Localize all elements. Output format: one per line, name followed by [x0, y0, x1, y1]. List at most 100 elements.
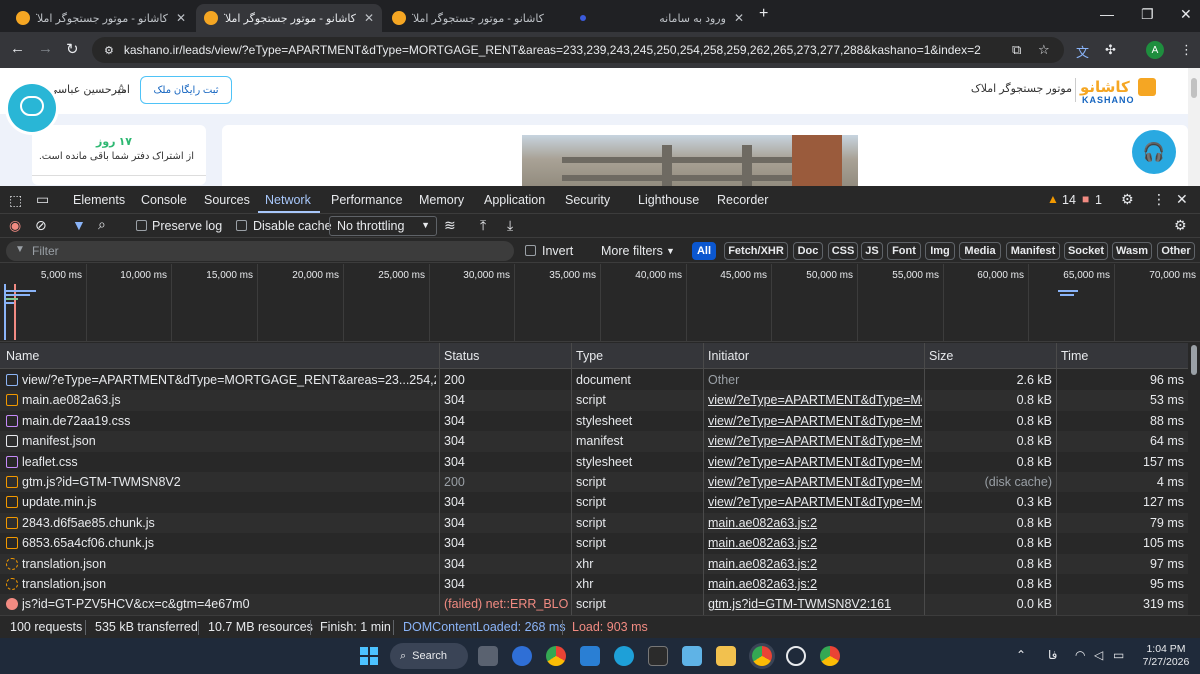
windows-start-icon[interactable] [360, 647, 378, 665]
translate-icon[interactable]: 文 [1076, 42, 1089, 61]
table-row[interactable]: 6853.65a4cf06.chunk.js 304 script main.ae08… [0, 533, 1188, 553]
wifi-icon[interactable]: ◠ [1075, 648, 1085, 662]
column-divider[interactable] [1056, 343, 1057, 615]
close-tab-icon[interactable]: ✕ [364, 11, 374, 25]
devtools-tab-network[interactable]: Network [265, 193, 311, 207]
type-filter-fetch-xhr[interactable]: Fetch/XHR [724, 242, 788, 260]
reload-icon[interactable]: ↻ [66, 40, 79, 58]
devtools-tab-application[interactable]: Application [484, 193, 545, 207]
close-tab-icon[interactable]: ✕ [176, 11, 186, 25]
search-icon[interactable]: ⌕ [98, 216, 106, 233]
request-name[interactable]: gtm.js?id=GTM-TWMSN8V2 [22, 475, 436, 489]
close-window-icon[interactable]: ✕ [1180, 6, 1192, 23]
remote-desktop-icon[interactable] [682, 646, 702, 666]
address-bar[interactable]: ⚙ kashano.ir/leads/view/?eType=APARTMENT… [92, 37, 1064, 63]
app-icon[interactable] [512, 646, 532, 666]
battery-icon[interactable]: ▭ [1113, 648, 1124, 662]
browser-tab-2[interactable]: کاشانو - موتور جستجوگر املاک ✕ [196, 4, 382, 32]
new-tab-button[interactable]: + [759, 5, 768, 23]
request-initiator[interactable]: view/?eType=APARTMENT&dType=MORT [708, 393, 922, 407]
type-filter-all[interactable]: All [692, 242, 716, 260]
column-divider[interactable] [439, 343, 440, 615]
minimize-icon[interactable]: — [1100, 6, 1114, 22]
browser-menu-icon[interactable]: ⋮ [1180, 42, 1193, 58]
username[interactable]: امیرحسین عباسی [40, 83, 130, 96]
request-name[interactable]: leaflet.css [22, 455, 436, 469]
throttling-select[interactable]: No throttling ▼ [329, 216, 437, 236]
listing-photo[interactable] [522, 135, 858, 186]
chrome-icon[interactable] [546, 646, 566, 666]
request-initiator[interactable]: main.ae082a63.js:2 [708, 516, 922, 530]
type-filter-img[interactable]: Img [925, 242, 955, 260]
restore-icon[interactable]: ❐ [1141, 6, 1154, 23]
request-name[interactable]: 6853.65a4cf06.chunk.js [22, 536, 436, 550]
disable-cache-checkbox[interactable] [236, 220, 247, 231]
network-settings-gear-icon[interactable]: ⚙ [1174, 217, 1187, 234]
request-name[interactable]: update.min.js [22, 495, 436, 509]
filter-funnel-icon[interactable]: ▼ [72, 217, 86, 233]
table-scrollbar[interactable] [1188, 343, 1200, 615]
table-row[interactable]: manifest.json 304 manifest view/?eType=APAR… [0, 431, 1188, 452]
import-har-icon[interactable]: ⤒ [480, 217, 486, 234]
devtools-menu-icon[interactable]: ⋮ [1152, 191, 1166, 208]
type-filter-wasm[interactable]: Wasm [1112, 242, 1152, 260]
browser-tab-3[interactable]: کاشانو - موتور جستجوگر املاک ✕ [384, 4, 570, 32]
error-icon[interactable]: ■ [1082, 192, 1089, 206]
preserve-log-checkbox[interactable] [136, 220, 147, 231]
taskbar-clock[interactable]: 1:04 PM 7/27/2026 [1140, 643, 1192, 669]
file-explorer-icon[interactable] [716, 646, 736, 666]
type-filter-css[interactable]: CSS [828, 242, 858, 260]
type-filter-doc[interactable]: Doc [793, 242, 823, 260]
chrome-profile-icon[interactable] [820, 646, 840, 666]
filter-input[interactable]: ▼ Filter [6, 241, 514, 261]
column-divider[interactable] [924, 343, 925, 615]
table-row[interactable]: main.ae082a63.js 304 script view/?eType=APA… [0, 390, 1188, 411]
extensions-icon[interactable]: ✣ [1105, 42, 1116, 58]
request-initiator[interactable]: view/?eType=APARTMENT&dType=MORT [708, 495, 922, 509]
install-app-icon[interactable]: ⧉ [1012, 42, 1021, 58]
table-row[interactable]: gtm.js?id=GTM-TWMSN8V2 200 script view/?eTy… [0, 472, 1188, 493]
support-headset-icon[interactable]: 🎧 [1132, 130, 1176, 174]
network-overview-timeline[interactable]: 5,000 ms 10,000 ms 15,000 ms 20,000 ms 25,00… [0, 264, 1200, 342]
col-type-header[interactable]: Type [576, 349, 603, 363]
page-scrollbar[interactable] [1188, 68, 1200, 186]
request-initiator[interactable]: view/?eType=APARTMENT&dType=MORT [708, 414, 922, 428]
type-filter-manifest[interactable]: Manifest [1006, 242, 1060, 260]
profile-avatar[interactable]: A [1146, 41, 1164, 59]
site-info-icon[interactable]: ⚙ [104, 44, 114, 57]
browser-tab-4[interactable]: ورود به سامانه ✕ [572, 4, 752, 32]
input-language[interactable]: فا [1048, 648, 1057, 662]
col-initiator-header[interactable]: Initiator [708, 349, 749, 363]
show-hidden-icons-icon[interactable]: ⌃ [1016, 648, 1026, 662]
edge-icon[interactable] [614, 646, 634, 666]
type-filter-socket[interactable]: Socket [1064, 242, 1108, 260]
clear-icon[interactable]: ⊘ [35, 217, 47, 234]
devtools-tab-lighthouse[interactable]: Lighthouse [638, 193, 699, 207]
devtools-tab-sources[interactable]: Sources [204, 193, 250, 207]
warning-icon[interactable]: ▲ [1047, 192, 1059, 206]
devtools-tab-console[interactable]: Console [141, 193, 187, 207]
type-filter-js[interactable]: JS [861, 242, 883, 260]
request-name[interactable]: main.de72aa19.css [22, 414, 436, 428]
request-name[interactable]: translation.json [22, 557, 436, 571]
request-initiator[interactable]: gtm.js?id=GTM-TWMSN8V2:161 [708, 597, 922, 611]
request-initiator[interactable]: main.ae082a63.js:2 [708, 577, 922, 591]
request-name[interactable]: translation.json [22, 577, 436, 591]
chat-icon[interactable] [8, 84, 56, 132]
volume-icon[interactable]: ◁ [1094, 648, 1103, 662]
col-size-header[interactable]: Size [929, 349, 953, 363]
taskbar-search[interactable]: ⌕ Search [390, 643, 468, 669]
close-devtools-icon[interactable]: ✕ [1176, 191, 1188, 208]
back-icon[interactable]: ← [10, 40, 25, 57]
warnings-count[interactable]: 14 [1062, 193, 1076, 207]
col-name-header[interactable]: Name [6, 349, 39, 363]
browser-tab-1[interactable]: کاشانو - موتور جستجوگر املاک ✕ [8, 4, 194, 32]
column-divider[interactable] [703, 343, 704, 615]
forward-icon[interactable]: → [38, 40, 53, 57]
task-view-icon[interactable] [478, 646, 498, 666]
request-name[interactable]: main.ae082a63.js [22, 393, 436, 407]
table-row[interactable]: leaflet.css 304 stylesheet view/?eType=APAR… [0, 452, 1188, 472]
export-har-icon[interactable]: ⤓ [507, 217, 513, 234]
type-filter-media[interactable]: Media [959, 242, 1001, 260]
bookmark-star-icon[interactable]: ☆ [1038, 42, 1050, 58]
